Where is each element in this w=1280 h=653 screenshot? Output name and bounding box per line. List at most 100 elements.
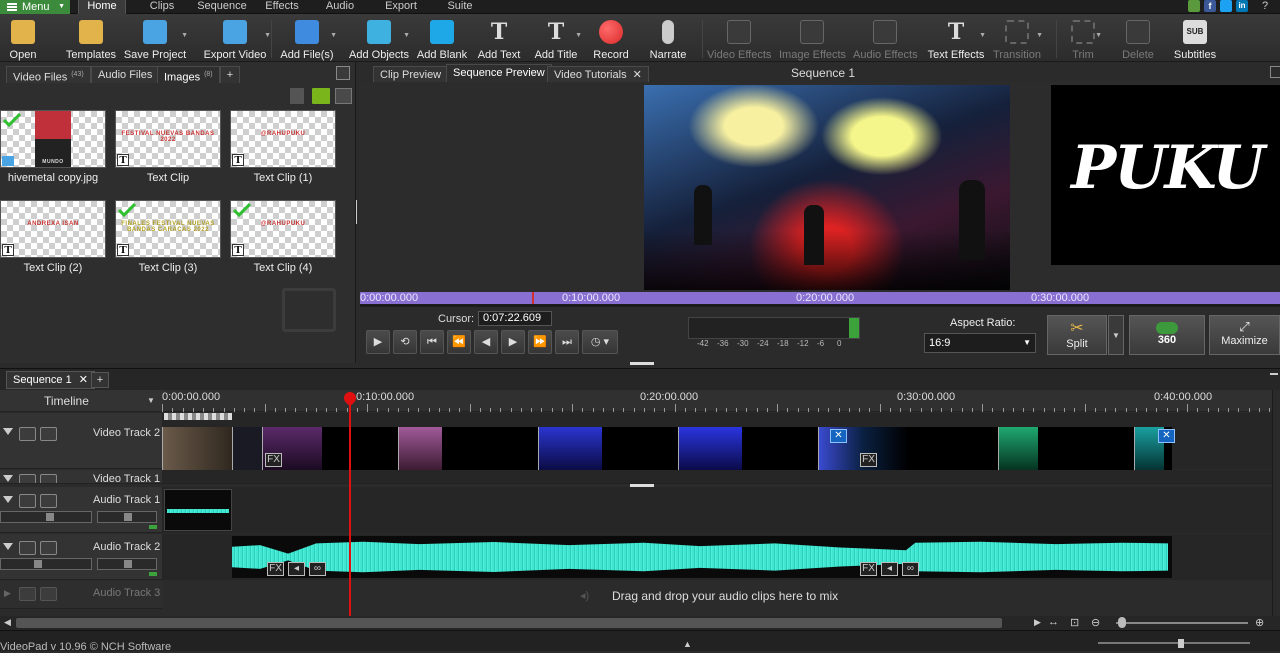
slider-knob[interactable] xyxy=(124,513,132,521)
media-thumbnail[interactable]: ANDREXA ISAN T xyxy=(0,200,106,258)
chevron-down-icon[interactable]: ▼ xyxy=(330,32,337,39)
cursor-time-field[interactable]: 0:07:22.609 xyxy=(478,311,552,326)
image-effects-button[interactable]: Image Effects xyxy=(779,14,846,62)
media-thumbnail[interactable]: FINALES FESTIVAL NUEVAS BANDAS CARACAS 2… xyxy=(115,200,221,258)
tab-video-tutorials[interactable]: Video Tutorials ✕ xyxy=(547,66,649,83)
chevron-down-icon[interactable]: ▼ xyxy=(1095,32,1102,39)
chevron-down-icon[interactable]: ▼ xyxy=(979,32,986,39)
tab-sequence-1[interactable]: Sequence 1 ✕ xyxy=(6,371,95,389)
media-thumbnail[interactable]: @RAHUPUKU T xyxy=(230,200,336,258)
slider-knob[interactable] xyxy=(34,560,42,568)
previous-clip-button[interactable]: ⏪ xyxy=(447,330,471,354)
speaker-icon[interactable] xyxy=(19,541,36,555)
zoom-slider-knob[interactable] xyxy=(1118,617,1126,628)
media-thumbnail[interactable]: FESTIVAL NUEVAS BANDAS 2022 T xyxy=(115,110,221,168)
overlay-logo[interactable]: PUKU xyxy=(1051,85,1280,265)
preview-playhead[interactable] xyxy=(532,292,534,304)
export-video-button[interactable]: Export Video ▼ xyxy=(199,14,271,62)
step-back-button[interactable]: ◀ xyxy=(474,330,498,354)
save-project-button[interactable]: Save Project ▼ xyxy=(122,14,188,62)
subtitles-button[interactable]: SUB Subtitles xyxy=(1170,14,1220,62)
eye-icon[interactable] xyxy=(19,474,36,483)
volume-slider[interactable] xyxy=(0,511,92,523)
open-button[interactable]: Open xyxy=(0,14,46,62)
zoom-in-icon[interactable]: ⊕ xyxy=(1255,616,1264,629)
delete-button[interactable]: Delete xyxy=(1117,14,1159,62)
fx-badge[interactable]: FX xyxy=(860,453,877,467)
add-text-button[interactable]: T Add Text xyxy=(473,14,525,62)
aspect-ratio-select[interactable]: 16:9 ▼ xyxy=(924,333,1036,353)
close-icon[interactable]: ✕ xyxy=(633,69,642,81)
tab-clips[interactable]: Clips xyxy=(142,0,182,14)
speaker-icon[interactable] xyxy=(19,494,36,508)
volume-slider[interactable] xyxy=(0,558,92,570)
tab-effects[interactable]: Effects xyxy=(260,0,304,14)
speaker-icon[interactable]: ◂ xyxy=(881,562,898,576)
close-icon[interactable]: ✕ xyxy=(79,374,88,386)
slider-knob[interactable] xyxy=(1178,639,1184,648)
twitter-icon[interactable] xyxy=(1220,0,1232,12)
video-frame[interactable] xyxy=(644,85,1010,290)
group-icon[interactable] xyxy=(40,474,57,483)
loop-button[interactable]: ⟲ xyxy=(393,330,417,354)
collapse-icon[interactable] xyxy=(3,543,13,550)
vr-360-button[interactable]: 360 xyxy=(1129,315,1205,355)
audio-track-3-lane[interactable]: ◂) Drag and drop your audio clips here t… xyxy=(162,581,1272,609)
templates-button[interactable]: Templates xyxy=(60,14,122,62)
video-track-1-lane[interactable] xyxy=(162,470,1272,484)
help-icon[interactable]: ? xyxy=(1262,0,1276,14)
trash-icon[interactable] xyxy=(290,88,304,104)
media-thumbnail[interactable]: MUNDO xyxy=(0,110,106,168)
group-icon[interactable] xyxy=(40,427,57,441)
collapse-icon[interactable] xyxy=(3,475,13,482)
trim-button[interactable]: Trim ▼ xyxy=(1064,14,1102,62)
add-bin-tab[interactable]: + xyxy=(220,66,240,83)
timeline-ruler[interactable]: 0:00:00.000 0:10:00.000 0:20:00.000 0:30… xyxy=(162,390,1280,412)
expand-icon[interactable]: ▶ xyxy=(4,588,11,599)
list-view-icon[interactable] xyxy=(335,88,352,104)
audio-effects-button[interactable]: Audio Effects xyxy=(853,14,918,62)
slider-knob[interactable] xyxy=(46,513,54,521)
group-icon[interactable] xyxy=(40,494,57,508)
preview-ruler[interactable]: 0:00:00.000 0:10:00.000 0:20:00.000 0:30… xyxy=(360,292,1280,304)
step-forward-button[interactable]: ▶ xyxy=(501,330,525,354)
collapse-icon[interactable] xyxy=(3,428,13,435)
tab-sequence-preview[interactable]: Sequence Preview xyxy=(446,64,552,83)
tab-video-files[interactable]: Video Files (43) xyxy=(6,66,91,84)
tab-images[interactable]: Images (8) xyxy=(157,66,220,84)
slider-knob[interactable] xyxy=(124,560,132,568)
fx-badge[interactable]: FX xyxy=(860,562,877,576)
add-sequence-tab[interactable]: + xyxy=(91,372,109,388)
add-objects-button[interactable]: Add Objects ▼ xyxy=(348,14,410,62)
transition-icon[interactable]: ✕ xyxy=(1158,429,1175,443)
undock-icon[interactable] xyxy=(336,66,350,80)
new-folder-icon[interactable] xyxy=(312,88,330,104)
text-effects-button[interactable]: T Text Effects ▼ xyxy=(926,14,986,62)
collapse-icon[interactable] xyxy=(3,496,13,503)
menu-button[interactable]: Menu ▼ xyxy=(0,0,70,14)
audio-track-1-lane[interactable] xyxy=(162,487,1272,533)
chevron-down-icon[interactable]: ▼ xyxy=(403,32,410,39)
add-title-button[interactable]: T Add Title ▼ xyxy=(530,14,582,62)
video-clip[interactable] xyxy=(398,427,442,471)
scroll-left-icon[interactable]: ◀ xyxy=(4,617,11,628)
maximize-button[interactable]: ⤢ Maximize xyxy=(1209,315,1280,355)
tab-audio-files[interactable]: Audio Files xyxy=(91,66,160,83)
chevron-down-icon[interactable]: ▼ xyxy=(575,32,582,39)
undock-icon[interactable] xyxy=(1270,66,1280,78)
chevron-up-icon[interactable]: ▲ xyxy=(683,639,692,649)
chevron-down-icon[interactable]: ▼ xyxy=(147,396,155,405)
chevron-down-icon[interactable]: ▼ xyxy=(181,32,188,39)
zoom-out-icon[interactable]: ⊖ xyxy=(1091,616,1100,629)
chevron-down-icon[interactable]: ▼ xyxy=(264,32,271,39)
vertical-scrollbar[interactable] xyxy=(1272,390,1280,616)
tab-clip-preview[interactable]: Clip Preview xyxy=(373,66,449,83)
linkedin-icon[interactable]: in xyxy=(1236,0,1248,12)
video-clip[interactable] xyxy=(232,427,262,471)
undock-icon[interactable] xyxy=(1270,373,1278,385)
video-effects-button[interactable]: Video Effects xyxy=(707,14,771,62)
narrate-button[interactable]: Narrate xyxy=(645,14,691,62)
fit-icon[interactable]: ↔ xyxy=(1048,616,1059,628)
split-dropdown[interactable]: ▼ xyxy=(1108,315,1124,355)
transition-button[interactable]: Transition ▼ xyxy=(991,14,1043,62)
